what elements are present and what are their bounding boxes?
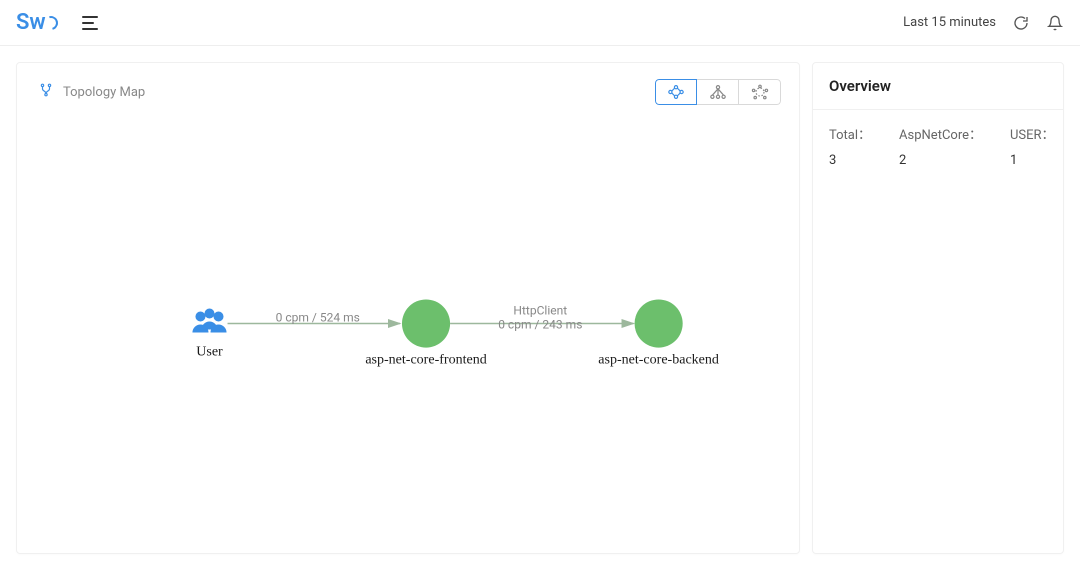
edge-user-frontend-metric: 0 cpm / 524 ms (276, 311, 360, 325)
graph-tree-icon (708, 84, 728, 100)
topology-graph[interactable]: 0 cpm / 524 ms HttpClient 0 cpm / 243 ms… (17, 113, 799, 564)
node-frontend[interactable] (402, 299, 450, 347)
node-backend-label: asp-net-core-backend (598, 352, 719, 368)
stat-aspnetcore-label: AspNetCore： (899, 124, 982, 143)
logo: Sw (16, 10, 58, 35)
notifications-button[interactable] (1046, 14, 1064, 32)
stat-user: USER： 1 (1010, 124, 1055, 168)
stat-total: Total： 3 (829, 124, 871, 168)
stat-user-value: 1 (1010, 153, 1055, 168)
node-backend[interactable] (635, 299, 683, 347)
bell-icon (1047, 15, 1063, 31)
overview-title: Overview (813, 63, 1063, 110)
topology-panel: Topology Map (16, 62, 800, 554)
topbar-right: Last 15 minutes (903, 14, 1064, 32)
layout-mode-group (655, 79, 781, 105)
main-content: Topology Map (0, 46, 1080, 570)
timerange-selector[interactable]: Last 15 minutes (903, 15, 996, 30)
refresh-icon (1013, 15, 1029, 31)
stat-aspnetcore-value: 2 (899, 153, 982, 168)
layout-mode-tree-button[interactable] (697, 79, 739, 105)
node-user[interactable] (192, 308, 226, 332)
stat-user-label: USER： (1010, 124, 1055, 143)
topbar: Sw Last 15 minutes (0, 0, 1080, 46)
logo-text: Sw (16, 10, 46, 35)
overview-stats: Total： 3 AspNetCore： 2 USER： 1 (813, 110, 1063, 182)
branch-icon (39, 81, 53, 103)
overview-panel: Overview Total： 3 AspNetCore： 2 USER： 1 (812, 62, 1064, 554)
stat-total-label: Total： (829, 124, 871, 143)
node-frontend-label: asp-net-core-frontend (365, 352, 486, 368)
topology-title: Topology Map (63, 85, 145, 100)
stat-total-value: 3 (829, 153, 871, 168)
layout-mode-force-button[interactable] (655, 79, 697, 105)
node-user-label: User (196, 344, 223, 360)
edge-frontend-backend-protocol: HttpClient (513, 304, 567, 318)
graph-force-icon (666, 84, 686, 100)
graph-circular-icon (750, 84, 770, 100)
menu-toggle-button[interactable] (82, 16, 100, 30)
refresh-button[interactable] (1012, 14, 1030, 32)
layout-mode-circular-button[interactable] (739, 79, 781, 105)
stat-aspnetcore: AspNetCore： 2 (899, 124, 982, 168)
edge-frontend-backend-metric: 0 cpm / 243 ms (498, 318, 582, 332)
